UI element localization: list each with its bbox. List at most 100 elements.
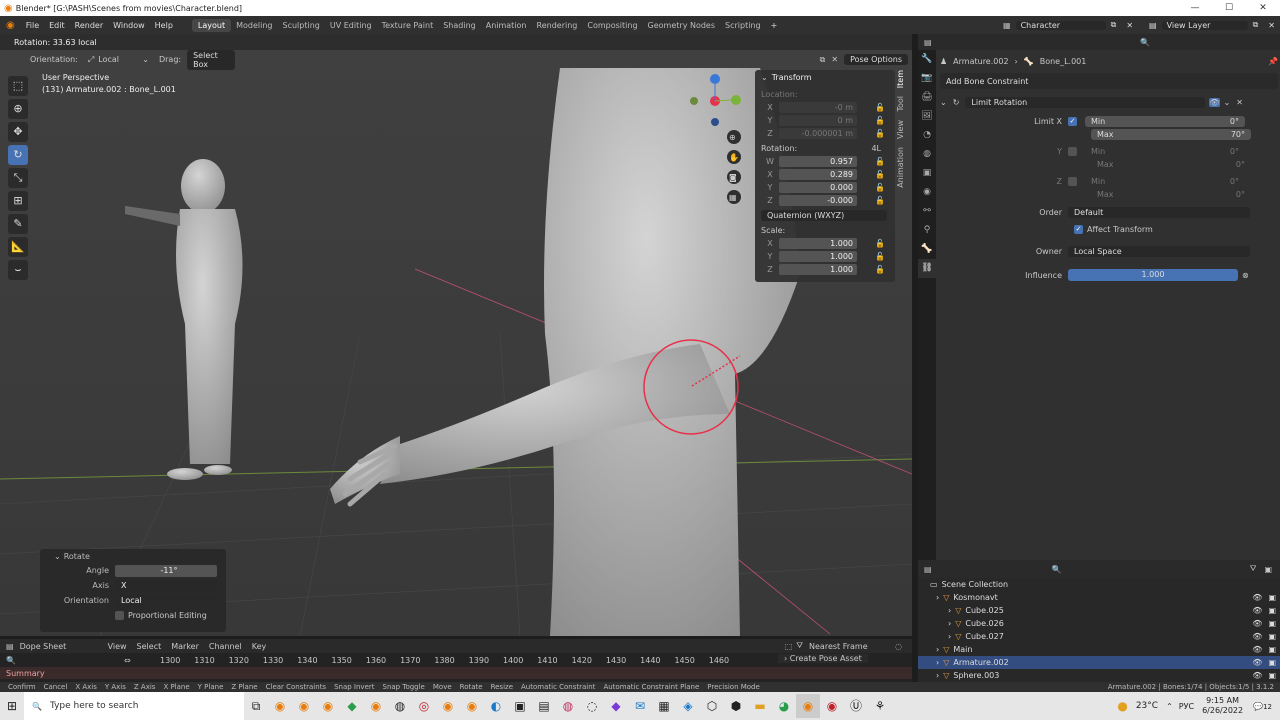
pin-icon[interactable]: 📌 — [1268, 57, 1278, 66]
influence-slider[interactable]: 1.000 — [1068, 269, 1238, 281]
search-icon[interactable]: 🔍 — [1140, 38, 1150, 47]
min-x-field[interactable]: Min 0° — [1085, 116, 1245, 127]
tab-rendering[interactable]: Rendering — [532, 21, 583, 30]
tray-chevron-icon[interactable]: ⌃ — [1166, 702, 1173, 711]
object-tab-icon[interactable]: ▣ — [918, 164, 936, 183]
camera-icon[interactable]: ▣ — [1268, 606, 1276, 615]
rotation-y-field[interactable]: 0.000 — [779, 182, 857, 193]
windows-start-icon[interactable]: ⊞ — [0, 694, 24, 718]
physics-tab-icon[interactable]: ◉ — [918, 183, 936, 202]
bone-tab-icon[interactable]: 🦴 — [918, 240, 936, 259]
transform-tool-icon[interactable]: ⊞ — [8, 191, 28, 211]
menu-file[interactable]: File — [21, 21, 44, 30]
min-y-field[interactable]: Min 0° — [1085, 147, 1245, 156]
notification-icon[interactable]: 💬12 — [1253, 702, 1272, 711]
tab-layout[interactable]: Layout — [191, 18, 232, 32]
rotation-x-field[interactable]: 0.289 — [779, 169, 857, 180]
rotation-4l-toggle[interactable]: 4L — [871, 144, 881, 153]
lock-icon[interactable]: 🔓 — [875, 265, 885, 274]
scene-collection-row[interactable]: ▭ Scene Collection — [918, 578, 1280, 591]
minimize-button[interactable]: — — [1178, 3, 1212, 13]
render-tab-icon[interactable]: 📷 — [918, 69, 936, 88]
disclosure-icon[interactable]: › — [948, 606, 951, 615]
lock-icon[interactable]: 🔓 — [875, 196, 885, 205]
taskbar-search-box[interactable]: 🔍 Type here to search — [24, 692, 244, 720]
scene-tab-icon[interactable]: ◔ — [918, 126, 936, 145]
app-icon[interactable]: ▦ — [652, 694, 676, 718]
disable-keep-icon[interactable]: ⊗ — [1242, 271, 1249, 280]
menu-key[interactable]: Key — [252, 642, 267, 651]
delete-scene-icon[interactable]: ✕ — [1121, 21, 1138, 30]
add-bone-constraint-button[interactable]: Add Bone Constraint — [940, 73, 1278, 89]
relax-tool-icon[interactable]: ⌣ — [8, 260, 28, 280]
summary-channel[interactable]: Summary — [0, 667, 912, 679]
view-layer-tab-icon[interactable]: 🖼 — [918, 107, 936, 126]
cursor-tool-icon[interactable]: ⊕ — [8, 99, 28, 119]
constraint-name-field[interactable]: Limit Rotation — [965, 96, 1206, 108]
app-icon[interactable]: ◈ — [676, 694, 700, 718]
scene-selector[interactable]: Character — [1015, 20, 1106, 30]
armature-data-tab-icon[interactable]: ⚲ — [918, 221, 936, 240]
eye-icon[interactable]: 👁 — [1209, 97, 1220, 107]
scale-z-field[interactable]: 1.000 — [779, 264, 857, 275]
app-icon[interactable]: ⚘ — [868, 694, 892, 718]
menu-marker[interactable]: Marker — [171, 642, 199, 651]
app-red-icon[interactable]: ◎ — [412, 694, 436, 718]
tab-tool[interactable]: Tool — [896, 96, 905, 112]
lock-icon[interactable]: 🔓 — [875, 239, 885, 248]
drag-dropdown[interactable]: Select Box — [187, 49, 236, 70]
outliner-row[interactable]: › ▽ Armature.002 👁 ▣ — [918, 656, 1280, 669]
lock-icon[interactable]: 🔓 — [875, 252, 885, 261]
outliner-row[interactable]: › ▽ Kosmonavt 👁 ▣ — [918, 591, 1280, 604]
create-pose-asset-button[interactable]: › Create Pose Asset — [778, 654, 868, 663]
add-workspace-button[interactable]: + — [766, 21, 783, 30]
blender-app-icon[interactable]: ◉ — [316, 694, 340, 718]
rotation-w-field[interactable]: 0.957 — [779, 156, 857, 167]
location-z-field[interactable]: -0.000001 m — [779, 128, 857, 139]
app-icon[interactable]: ▣ — [508, 694, 532, 718]
eye-icon[interactable]: 👁 — [1252, 671, 1262, 680]
max-z-field[interactable]: Max 0° — [1091, 190, 1251, 199]
constraints-tab-icon[interactable]: ⚯ — [918, 202, 936, 221]
view-layer-selector[interactable]: View Layer — [1161, 20, 1248, 30]
tab-compositing[interactable]: Compositing — [582, 21, 642, 30]
frame-ruler[interactable]: 🔍 ⇔ 1300 1310 1320 1330 1340 1350 1360 1370 1380… — [0, 653, 912, 667]
blender-app-icon[interactable]: ◉ — [436, 694, 460, 718]
edge-browser-icon[interactable]: ◐ — [484, 694, 508, 718]
limit-y-checkbox[interactable] — [1068, 147, 1077, 156]
blender-app-icon[interactable]: ◉ — [364, 694, 388, 718]
scale-tool-icon[interactable]: ⤡ — [8, 168, 28, 188]
tab-animation[interactable]: Animation — [481, 21, 532, 30]
lock-icon[interactable]: 🔓 — [875, 129, 885, 138]
disclosure-icon[interactable]: › — [948, 619, 951, 628]
tab-sculpting[interactable]: Sculpting — [278, 21, 325, 30]
tool-tab-icon[interactable]: 🔧 — [918, 50, 936, 69]
filter-icon[interactable]: ⛛ — [1250, 564, 1257, 574]
blender-app-icon[interactable]: ◉ — [292, 694, 316, 718]
3d-viewport[interactable]: ⊕ ✋ ◙ ▦ Rotation: 33.63 local Orientatio… — [0, 34, 912, 636]
editor-type-icon[interactable]: ▤ — [918, 38, 938, 47]
swap-icon[interactable]: ⇔ — [124, 656, 131, 665]
lock-icon[interactable]: 🔓 — [875, 170, 885, 179]
tab-scripting[interactable]: Scripting — [720, 21, 766, 30]
disclosure-icon[interactable]: › — [936, 645, 939, 654]
scale-x-field[interactable]: 1.000 — [779, 238, 857, 249]
outliner-row[interactable]: › ▽ Main 👁 ▣ — [918, 643, 1280, 656]
bone-constraints-tab-icon[interactable]: ⛓ — [918, 259, 936, 278]
eye-icon[interactable]: 👁 — [1252, 593, 1262, 602]
eye-icon[interactable]: 👁 — [1252, 619, 1262, 628]
menu-select[interactable]: Select — [137, 642, 162, 651]
pose-options-button[interactable]: Pose Options — [844, 54, 908, 65]
tab-animation-side[interactable]: Animation — [896, 147, 905, 188]
tab-view[interactable]: View — [896, 120, 905, 139]
scale-y-field[interactable]: 1.000 — [779, 251, 857, 262]
lock-icon[interactable]: 🔓 — [875, 116, 885, 125]
disclosure-icon[interactable]: › — [936, 658, 939, 667]
menu-channel[interactable]: Channel — [209, 642, 242, 651]
eye-icon[interactable]: 👁 — [1252, 645, 1262, 654]
max-y-field[interactable]: Max 0° — [1091, 160, 1251, 169]
chrome-icon[interactable]: ◕ — [772, 694, 796, 718]
editor-type-icon[interactable]: ▤ — [924, 565, 932, 574]
select-tool-icon[interactable]: ⬚ — [8, 76, 28, 96]
tab-modeling[interactable]: Modeling — [231, 21, 277, 30]
